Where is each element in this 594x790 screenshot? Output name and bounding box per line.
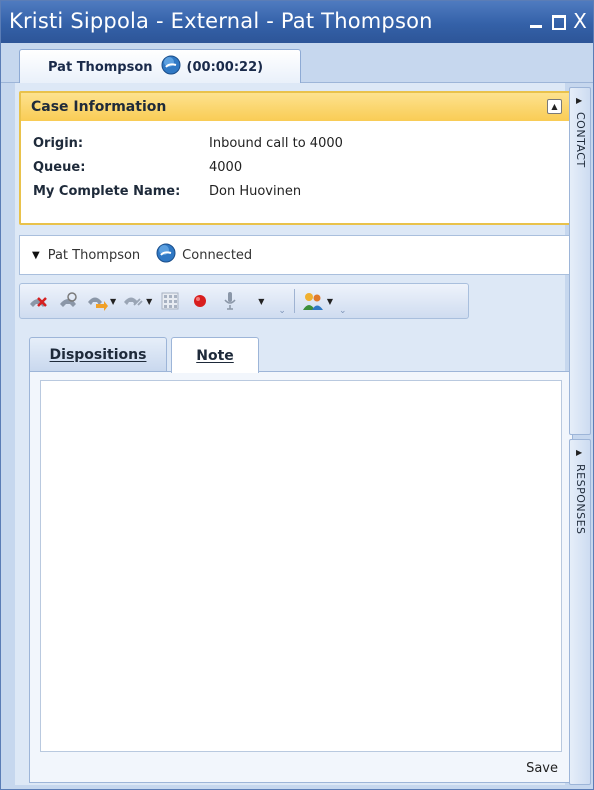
conference-icon — [122, 290, 144, 312]
case-row-origin: Origin: Inbound call to 4000 — [33, 131, 569, 155]
keypad-button[interactable] — [158, 287, 182, 315]
title-bar[interactable]: Kristi Sippola - External - Pat Thompson… — [1, 1, 593, 43]
side-tab-contact[interactable]: ▶ CONTACT — [569, 87, 591, 435]
case-information-header[interactable]: Case Information ▲ — [21, 93, 569, 121]
party-bar[interactable]: ▼ Pat Thompson Connected — [19, 235, 571, 275]
toolbar-separator — [293, 289, 295, 313]
hold-icon — [57, 290, 79, 312]
case-row-complete-name: My Complete Name: Don Huovinen — [33, 179, 569, 203]
call-toolbar: ▼ ▼ ▼ ⌄ ▼ ⌄ — [19, 283, 469, 319]
interaction-window: Kristi Sippola - External - Pat Thompson… — [0, 0, 594, 790]
window-controls: X — [527, 11, 589, 31]
dropdown-arrow-icon: ▼ — [146, 296, 153, 306]
record-button[interactable] — [188, 287, 212, 315]
tab-dispositions-label: Dispositions — [49, 346, 147, 363]
call-timer: (00:00:22) — [186, 59, 264, 75]
side-tab-contact-label: CONTACT — [574, 112, 587, 168]
contacts-button[interactable]: ▼ — [301, 287, 333, 315]
tab-dispositions[interactable]: Dispositions — [29, 337, 167, 371]
record-icon — [189, 290, 211, 312]
case-information-title: Case Information — [31, 99, 167, 115]
case-label: My Complete Name: — [33, 183, 181, 199]
tab-note-label: Note — [196, 347, 234, 364]
window-title: Kristi Sippola - External - Pat Thompson — [9, 9, 433, 33]
case-information-panel: Case Information ▲ Origin: Inbound call … — [19, 91, 571, 225]
dropdown-arrow-icon: ▼ — [326, 296, 334, 306]
case-label: Queue: — [33, 159, 86, 175]
side-tab-responses-label: RESPONSES — [574, 464, 587, 535]
case-information-rows: Origin: Inbound call to 4000 Queue: 4000… — [21, 121, 569, 203]
dropdown-arrow-icon: ▼ — [110, 296, 117, 306]
toolbar-grip-icon: ⌄ — [339, 306, 347, 316]
case-value: Don Huovinen — [209, 183, 302, 199]
case-label: Origin: — [33, 135, 84, 151]
party-status: Connected — [182, 247, 253, 263]
contacts-icon — [301, 290, 325, 312]
microphone-button[interactable] — [218, 287, 242, 315]
call-tab-pat-thompson[interactable]: Pat Thompson (00:00:22) — [19, 49, 301, 84]
side-rail: ▶ CONTACT ▶ RESPONSES — [569, 87, 591, 785]
call-tabstrip: Pat Thompson (00:00:22) — [1, 43, 593, 84]
disconnect-button[interactable] — [26, 287, 50, 315]
transfer-icon — [86, 290, 108, 312]
interaction-panel: Case Information ▲ Origin: Inbound call … — [15, 83, 573, 785]
note-panel: Save — [29, 371, 573, 783]
side-tab-responses[interactable]: ▶ RESPONSES — [569, 439, 591, 785]
note-textarea[interactable] — [40, 380, 562, 752]
transfer-button[interactable]: ▼ — [86, 287, 116, 315]
minimize-button[interactable] — [527, 11, 545, 31]
phone-globe-icon — [156, 243, 176, 267]
expand-arrow-icon: ▶ — [576, 448, 583, 457]
collapse-icon[interactable]: ▲ — [547, 99, 562, 114]
hold-button[interactable] — [56, 287, 80, 315]
case-row-queue: Queue: 4000 — [33, 155, 569, 179]
conference-button[interactable]: ▼ — [122, 287, 152, 315]
case-value: Inbound call to 4000 — [209, 135, 343, 151]
expand-triangle-icon[interactable]: ▼ — [32, 250, 40, 261]
microphone-dropdown-button[interactable]: ▼ — [248, 287, 272, 315]
close-button[interactable]: X — [571, 11, 589, 31]
detail-tabs: Dispositions Note — [29, 337, 259, 373]
expand-arrow-icon: ▶ — [576, 96, 583, 105]
case-value: 4000 — [209, 159, 243, 175]
disconnect-icon — [27, 290, 49, 312]
phone-globe-icon — [161, 55, 181, 79]
toolbar-grip-icon: ⌄ — [278, 306, 286, 316]
party-name: Pat Thompson — [47, 247, 141, 263]
keypad-icon — [159, 290, 181, 312]
tab-note[interactable]: Note — [171, 337, 259, 373]
dropdown-arrow-icon: ▼ — [258, 296, 265, 306]
save-button[interactable]: Save — [526, 761, 558, 776]
call-tab-party: Pat Thompson — [48, 59, 153, 75]
microphone-icon — [219, 290, 241, 312]
maximize-button[interactable] — [549, 11, 567, 31]
